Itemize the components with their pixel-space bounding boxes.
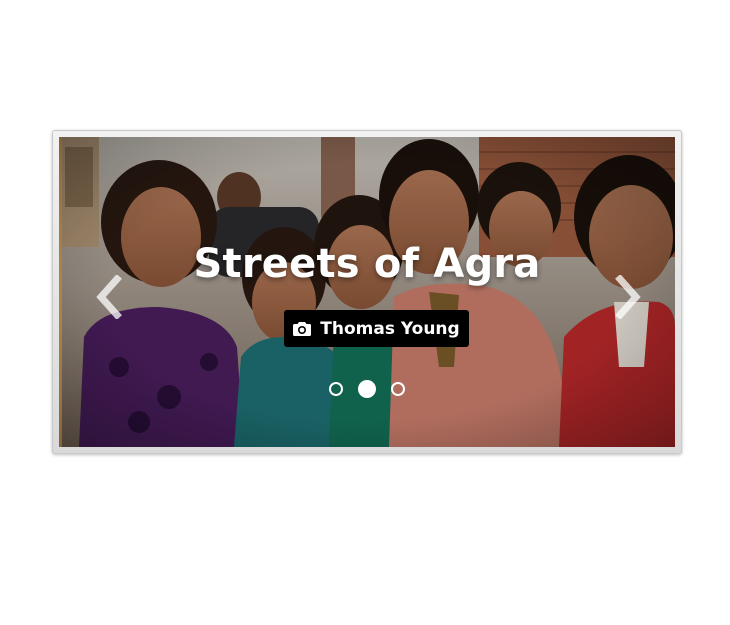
slide-indicator-2[interactable] xyxy=(358,380,376,398)
slide-indicator-1[interactable] xyxy=(329,382,343,396)
image-slider: Streets of Agra Thomas Young xyxy=(52,130,682,454)
slide-photo xyxy=(59,137,675,447)
slide: Streets of Agra Thomas Young xyxy=(59,137,675,447)
slide-indicators xyxy=(59,380,675,398)
slide-indicator-3[interactable] xyxy=(391,382,405,396)
photo-credit-name: Thomas Young xyxy=(320,318,460,339)
previous-slide-button[interactable] xyxy=(91,275,129,319)
chevron-right-icon xyxy=(615,275,641,319)
page: Streets of Agra Thomas Young xyxy=(0,0,730,625)
slide-title: Streets of Agra xyxy=(193,241,541,287)
chevron-left-icon xyxy=(96,275,122,319)
camera-icon xyxy=(293,322,312,336)
next-slide-button[interactable] xyxy=(608,275,646,319)
photo-credit-badge[interactable]: Thomas Young xyxy=(284,310,469,347)
